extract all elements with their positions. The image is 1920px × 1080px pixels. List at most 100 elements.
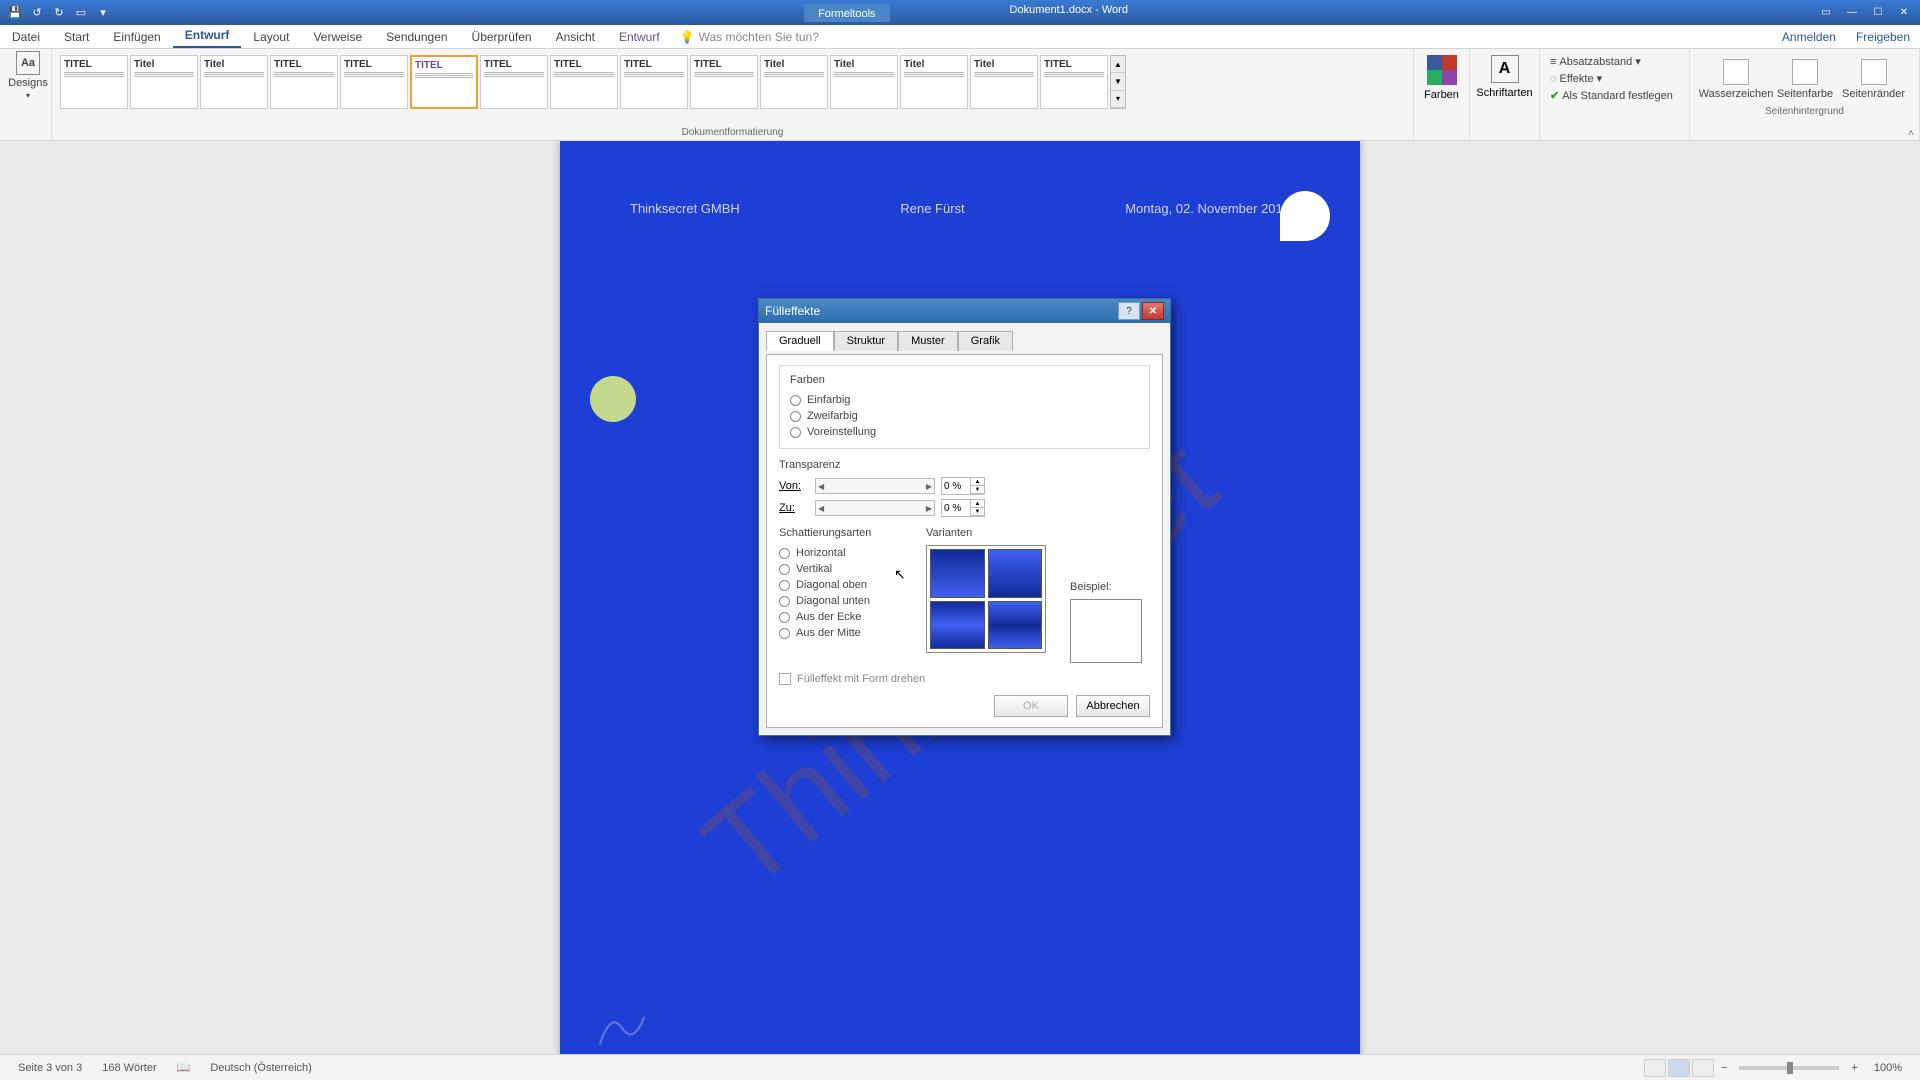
minimize-icon[interactable]: — bbox=[1840, 5, 1864, 21]
tab-start[interactable]: Start bbox=[52, 26, 101, 48]
paragraph-spacing-button[interactable]: ≡Absatzabstand▾ bbox=[1546, 53, 1683, 70]
radio-two-color[interactable]: Zweifarbig bbox=[790, 408, 1139, 424]
radio-diagonal-up[interactable]: Diagonal oben bbox=[779, 577, 912, 593]
styleset-item[interactable]: Titel bbox=[130, 55, 198, 109]
styleset-item[interactable]: Titel bbox=[830, 55, 898, 109]
radio-from-corner[interactable]: Aus der Ecke bbox=[779, 609, 912, 625]
zoom-in-button[interactable]: + bbox=[1845, 1062, 1863, 1074]
status-language[interactable]: Deutsch (Österreich) bbox=[200, 1062, 321, 1074]
view-print-layout-icon[interactable] bbox=[1668, 1059, 1690, 1077]
radio-preset[interactable]: Voreinstellung bbox=[790, 424, 1139, 440]
rotate-fill-checkbox[interactable]: Fülleffekt mit Form drehen bbox=[779, 673, 1150, 685]
gallery-more-icon[interactable]: ▾ bbox=[1111, 91, 1125, 108]
spin-up-icon[interactable]: ▲ bbox=[971, 478, 984, 486]
styleset-item[interactable]: TITEL bbox=[480, 55, 548, 109]
tab-einfuegen[interactable]: Einfügen bbox=[101, 26, 172, 48]
undo-icon[interactable]: ↺ bbox=[28, 4, 46, 22]
styleset-item[interactable]: TITEL bbox=[340, 55, 408, 109]
styleset-item[interactable]: TITEL bbox=[270, 55, 338, 109]
zoom-slider[interactable] bbox=[1739, 1066, 1839, 1070]
close-icon[interactable]: ✕ bbox=[1892, 5, 1916, 21]
tell-me-search[interactable]: 💡Was möchten Sie tun? bbox=[672, 26, 827, 48]
gallery-up-icon[interactable]: ▲ bbox=[1111, 56, 1125, 73]
styleset-item[interactable]: Titel bbox=[760, 55, 828, 109]
tab-formeltools-entwurf[interactable]: Entwurf bbox=[607, 26, 672, 48]
share-button[interactable]: Freigeben bbox=[1846, 26, 1920, 48]
shape-circle[interactable] bbox=[590, 376, 636, 422]
watermark-button[interactable]: Wasserzeichen bbox=[1704, 55, 1768, 100]
status-page[interactable]: Seite 3 von 3 bbox=[8, 1062, 92, 1074]
redo-icon[interactable]: ↻ bbox=[50, 4, 68, 22]
radio-one-color[interactable]: Einfarbig bbox=[790, 392, 1139, 408]
zoom-thumb[interactable] bbox=[1787, 1062, 1793, 1074]
styleset-item[interactable]: TITEL bbox=[690, 55, 758, 109]
tab-sendungen[interactable]: Sendungen bbox=[374, 26, 459, 48]
spin-down-icon[interactable]: ▼ bbox=[971, 508, 984, 516]
tab-verweise[interactable]: Verweise bbox=[301, 26, 374, 48]
styleset-item[interactable]: TITEL bbox=[60, 55, 128, 109]
variant-1[interactable] bbox=[930, 549, 985, 598]
variant-3[interactable] bbox=[930, 601, 985, 650]
set-default-button[interactable]: ✔Als Standard festlegen bbox=[1546, 87, 1683, 104]
arrow-left-icon[interactable]: ◀ bbox=[818, 482, 824, 491]
dialog-help-button[interactable]: ? bbox=[1118, 302, 1140, 320]
status-words[interactable]: 168 Wörter bbox=[92, 1062, 166, 1074]
to-slider[interactable]: ◀▶ bbox=[815, 500, 935, 516]
qat-customize-icon[interactable]: ▾ bbox=[94, 4, 112, 22]
touch-mode-icon[interactable]: ▭ bbox=[72, 4, 90, 22]
sign-in-link[interactable]: Anmelden bbox=[1772, 26, 1846, 48]
tab-entwurf[interactable]: Entwurf bbox=[173, 24, 242, 48]
tab-muster[interactable]: Muster bbox=[898, 331, 958, 351]
spin-up-icon[interactable]: ▲ bbox=[971, 500, 984, 508]
dialog-titlebar[interactable]: Fülleffekte ? ✕ bbox=[759, 299, 1170, 323]
status-proofing-icon[interactable]: 📖 bbox=[167, 1061, 201, 1074]
colors-button[interactable]: Farben bbox=[1420, 51, 1463, 101]
tab-datei[interactable]: Datei bbox=[0, 26, 52, 48]
tab-grafik[interactable]: Grafik bbox=[958, 331, 1013, 351]
styleset-item-selected[interactable]: TITEL bbox=[410, 55, 478, 109]
zoom-level[interactable]: 100% bbox=[1864, 1062, 1912, 1074]
maximize-icon[interactable]: ☐ bbox=[1866, 5, 1890, 21]
arrow-right-icon[interactable]: ▶ bbox=[926, 504, 932, 513]
view-read-mode-icon[interactable] bbox=[1644, 1059, 1666, 1077]
radio-diagonal-down[interactable]: Diagonal unten bbox=[779, 593, 912, 609]
styleset-gallery[interactable]: TITEL Titel Titel TITEL TITEL TITEL TITE… bbox=[58, 51, 1407, 125]
effects-button[interactable]: ◌Effekte▾ bbox=[1546, 70, 1683, 87]
from-value-input[interactable] bbox=[942, 481, 970, 492]
styleset-item[interactable]: TITEL bbox=[550, 55, 618, 109]
contextual-tab-label: Formeltools bbox=[804, 4, 889, 22]
designs-button[interactable]: Aa Designs ▾ bbox=[6, 51, 50, 100]
ok-button[interactable]: OK bbox=[994, 695, 1068, 717]
tab-graduell[interactable]: Graduell bbox=[766, 331, 834, 351]
page-borders-button[interactable]: Seitenränder bbox=[1842, 55, 1905, 100]
styleset-item[interactable]: Titel bbox=[900, 55, 968, 109]
arrow-right-icon[interactable]: ▶ bbox=[926, 482, 932, 491]
zoom-out-button[interactable]: − bbox=[1715, 1062, 1733, 1074]
styleset-item[interactable]: TITEL bbox=[620, 55, 688, 109]
radio-from-center[interactable]: Aus der Mitte bbox=[779, 625, 912, 641]
from-slider[interactable]: ◀▶ bbox=[815, 478, 935, 494]
styleset-item[interactable]: TITEL bbox=[1040, 55, 1108, 109]
ribbon-options-icon[interactable]: ▭ bbox=[1814, 5, 1838, 21]
tab-ansicht[interactable]: Ansicht bbox=[544, 26, 607, 48]
gallery-down-icon[interactable]: ▼ bbox=[1111, 73, 1125, 90]
tab-ueberpruefen[interactable]: Überprüfen bbox=[460, 26, 544, 48]
variant-2[interactable] bbox=[988, 549, 1043, 598]
page-color-button[interactable]: Seitenfarbe bbox=[1774, 55, 1836, 100]
radio-vertical[interactable]: Vertikal bbox=[779, 561, 912, 577]
arrow-left-icon[interactable]: ◀ bbox=[818, 504, 824, 513]
collapse-ribbon-icon[interactable]: ˄ bbox=[1908, 128, 1914, 139]
variant-4[interactable] bbox=[988, 601, 1043, 650]
radio-horizontal[interactable]: Horizontal bbox=[779, 545, 912, 561]
fonts-button[interactable]: A Schriftarten bbox=[1476, 51, 1533, 99]
styleset-item[interactable]: Titel bbox=[200, 55, 268, 109]
cancel-button[interactable]: Abbrechen bbox=[1076, 695, 1150, 717]
view-web-layout-icon[interactable] bbox=[1692, 1059, 1714, 1077]
tab-struktur[interactable]: Struktur bbox=[834, 331, 899, 351]
dialog-close-button[interactable]: ✕ bbox=[1142, 302, 1164, 320]
styleset-item[interactable]: Titel bbox=[970, 55, 1038, 109]
tab-layout[interactable]: Layout bbox=[241, 26, 301, 48]
save-icon[interactable]: 💾 bbox=[6, 4, 24, 22]
to-value-input[interactable] bbox=[942, 503, 970, 514]
spin-down-icon[interactable]: ▼ bbox=[971, 486, 984, 494]
